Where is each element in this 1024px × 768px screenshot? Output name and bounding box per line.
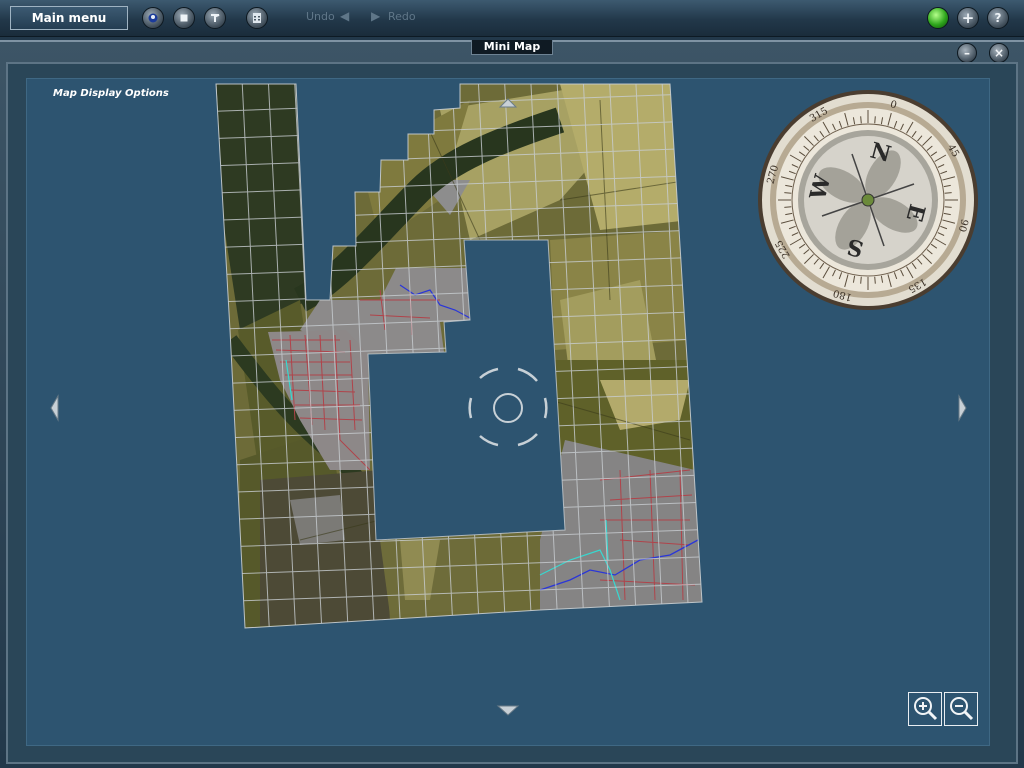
minimize-icon: – bbox=[964, 46, 970, 60]
add-icon[interactable]: + bbox=[957, 7, 979, 29]
tools-icon[interactable] bbox=[204, 7, 226, 29]
zoom-in-button[interactable] bbox=[908, 692, 942, 726]
view-icon[interactable] bbox=[142, 7, 164, 29]
top-toolbar: Main menu Undo ◀ ▶ Redo + ? bbox=[0, 0, 1024, 37]
map-viewport[interactable] bbox=[26, 78, 990, 746]
zoom-in-icon bbox=[914, 697, 938, 721]
redo-arrow-icon: ▶ bbox=[371, 9, 381, 23]
status-light-icon[interactable] bbox=[927, 7, 949, 29]
close-button[interactable]: × bbox=[989, 43, 1009, 63]
zoom-out-icon bbox=[950, 697, 974, 721]
redo-button[interactable]: Redo bbox=[388, 10, 416, 23]
undo-button[interactable]: Undo bbox=[306, 10, 335, 23]
window-title: Mini Map bbox=[471, 40, 553, 55]
close-icon: × bbox=[993, 46, 1005, 60]
stop-icon[interactable] bbox=[173, 7, 195, 29]
minimize-button[interactable]: – bbox=[957, 43, 977, 63]
help-glyph: ? bbox=[994, 11, 1002, 25]
help-icon[interactable]: ? bbox=[987, 7, 1009, 29]
calculator-icon[interactable] bbox=[246, 7, 268, 29]
add-glyph: + bbox=[961, 8, 975, 27]
main-menu-button[interactable]: Main menu bbox=[10, 6, 128, 30]
undo-arrow-icon: ◀ bbox=[340, 9, 350, 23]
zoom-out-button[interactable] bbox=[944, 692, 978, 726]
map-display-options-link[interactable]: Map Display Options bbox=[53, 88, 169, 99]
